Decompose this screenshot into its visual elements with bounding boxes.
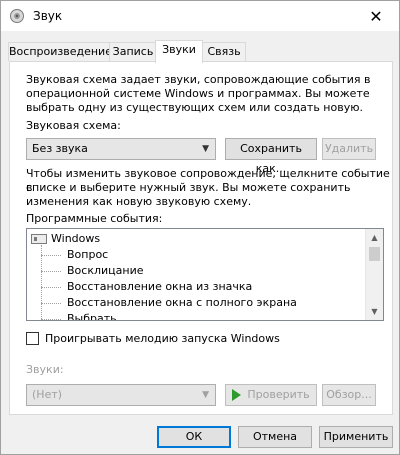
sound-select[interactable]: (Нет) ▼ bbox=[26, 384, 216, 406]
close-button[interactable]: ✕ bbox=[353, 1, 399, 31]
root-label: Windows bbox=[51, 232, 101, 245]
intro-line-3: выбрать одну из существующих схем или со… bbox=[26, 101, 363, 114]
tab-communications[interactable]: Связь bbox=[202, 42, 246, 61]
list-item[interactable]: Вопрос bbox=[27, 247, 368, 263]
scheme-select[interactable]: Без звука ▼ bbox=[26, 138, 216, 160]
tab-recording[interactable]: Запись bbox=[109, 42, 157, 61]
chevron-down-icon: ▼ bbox=[202, 144, 209, 154]
tab-playback[interactable]: Воспроизведение bbox=[8, 42, 112, 61]
delete-button[interactable]: Удалить bbox=[322, 138, 376, 160]
startup-sound-label[interactable]: Проигрывать мелодию запуска Windows bbox=[45, 332, 280, 346]
ok-button[interactable]: ОК bbox=[157, 426, 231, 448]
events-scrollbar[interactable]: ▲ ▼ bbox=[365, 229, 383, 320]
chevron-down-icon: ▼ bbox=[202, 390, 209, 400]
window-title: Звук bbox=[33, 9, 63, 23]
title-bar[interactable]: Звук ✕ bbox=[1, 1, 399, 31]
tab-sounds[interactable]: Звуки bbox=[155, 40, 203, 63]
scroll-up-icon[interactable]: ▲ bbox=[366, 229, 383, 246]
browse-button[interactable]: Обзор... bbox=[322, 384, 376, 406]
list-item[interactable]: Выбрать bbox=[27, 311, 368, 320]
list-item[interactable]: Восстановление окна из значка bbox=[27, 279, 368, 295]
list-item[interactable]: Восклицание bbox=[27, 263, 368, 279]
list-item[interactable]: Восстановление окна с полного экрана bbox=[27, 295, 368, 311]
speaker-icon bbox=[10, 9, 24, 23]
apply-button[interactable]: Применить bbox=[319, 426, 393, 448]
change-line-3: изменения как новую звуковую схему. bbox=[26, 195, 252, 208]
sound-dialog: Звук ✕ Воспроизведение Запись Звуки Связ… bbox=[0, 0, 400, 455]
sound-value: (Нет) bbox=[32, 388, 63, 401]
events-label: Программные события: bbox=[26, 212, 163, 225]
intro-line-1: Звуковая схема задает звуки, сопровождаю… bbox=[26, 73, 371, 86]
save-as-button[interactable]: Сохранить как... bbox=[225, 138, 317, 175]
sounds-label: Звуки: bbox=[26, 363, 64, 376]
test-button[interactable]: Проверить bbox=[225, 384, 317, 406]
startup-sound-checkbox[interactable] bbox=[26, 332, 39, 345]
scheme-label: Звуковая схема: bbox=[26, 119, 121, 132]
list-item-root[interactable]: Windows bbox=[27, 231, 368, 247]
scroll-thumb[interactable] bbox=[369, 247, 380, 261]
change-line-2: списке и выберите нужный звук. Вы можете… bbox=[26, 181, 351, 194]
cancel-button[interactable]: Отмена bbox=[238, 426, 312, 448]
scheme-value: Без звука bbox=[32, 142, 88, 155]
play-icon bbox=[232, 389, 242, 401]
window-icon bbox=[31, 234, 47, 244]
scroll-down-icon[interactable]: ▼ bbox=[366, 303, 383, 320]
close-icon: ✕ bbox=[369, 6, 383, 26]
sounds-panel: Звуковая схема задает звуки, сопровождаю… bbox=[9, 61, 393, 415]
intro-line-2: операционной системе Windows и программа… bbox=[26, 87, 370, 100]
events-list[interactable]: Windows Вопрос Восклицание Восстановлени… bbox=[26, 228, 384, 321]
